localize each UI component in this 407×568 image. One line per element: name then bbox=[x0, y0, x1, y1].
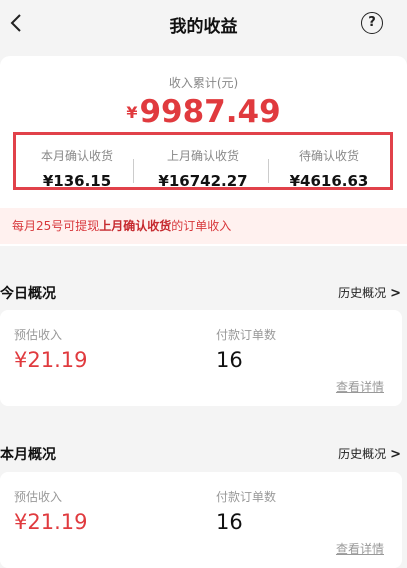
estimated-income-value: ¥21.19 bbox=[14, 510, 88, 534]
total-income-amount: ¥9987.49 bbox=[0, 94, 407, 130]
notice-emphasis: 上月确认收货 bbox=[99, 219, 172, 233]
stat-last-month-confirmed: 上月确认收货 ¥16742.27 bbox=[142, 147, 264, 190]
notice-prefix: 每月25号可提现 bbox=[12, 219, 100, 233]
estimated-income-label: 预估收入 bbox=[14, 490, 63, 504]
confirmation-stats: 本月确认收货 ¥136.15 上月确认收货 ¥16742.27 待确认收货 ¥4… bbox=[13, 132, 393, 190]
stat-label: 本月确认收货 bbox=[40, 149, 113, 163]
stat-this-month-confirmed: 本月确认收货 ¥136.15 bbox=[16, 147, 138, 190]
view-details-link[interactable]: 查看详情 bbox=[336, 378, 384, 395]
month-history-link[interactable]: 历史概况 > bbox=[338, 445, 401, 462]
withdrawal-notice: 每月25号可提现上月确认收货的订单收入 bbox=[0, 208, 407, 244]
paid-orders-label: 付款订单数 bbox=[216, 490, 277, 504]
paid-orders-label: 付款订单数 bbox=[216, 328, 277, 342]
help-icon[interactable]: ? bbox=[361, 12, 383, 34]
month-overview-title: 本月概况 bbox=[0, 447, 56, 463]
stat-value: ¥16742.27 bbox=[158, 172, 248, 190]
stat-pending-confirmation: 待确认收货 ¥4616.63 bbox=[268, 147, 390, 190]
today-history-link[interactable]: 历史概况 > bbox=[338, 284, 401, 301]
divider bbox=[133, 159, 134, 183]
paid-orders-value: 16 bbox=[216, 510, 243, 534]
stat-value: ¥4616.63 bbox=[289, 172, 369, 190]
estimated-income-label: 预估收入 bbox=[14, 328, 63, 342]
estimated-income-value: ¥21.19 bbox=[14, 348, 88, 372]
currency-symbol: ¥ bbox=[126, 103, 138, 122]
today-overview-card: 预估收入 ¥21.19 付款订单数 16 查看详情 bbox=[0, 310, 402, 406]
history-link-label: 历史概况 bbox=[338, 447, 387, 461]
stat-label: 上月确认收货 bbox=[166, 149, 239, 163]
month-overview-card: 预估收入 ¥21.19 付款订单数 16 查看详情 bbox=[0, 472, 402, 568]
view-details-link[interactable]: 查看详情 bbox=[336, 540, 384, 557]
chevron-right-icon: > bbox=[390, 286, 401, 301]
stat-label: 待确认收货 bbox=[298, 149, 359, 163]
history-link-label: 历史概况 bbox=[338, 286, 387, 300]
today-overview-title: 今日概况 bbox=[0, 286, 56, 302]
top-bar: 我的收益 ? bbox=[0, 0, 407, 48]
notice-suffix: 的订单收入 bbox=[171, 219, 232, 233]
stat-value: ¥136.15 bbox=[42, 172, 112, 190]
total-income-label: 收入累计(元) bbox=[168, 76, 239, 90]
chevron-right-icon: > bbox=[390, 447, 401, 462]
paid-orders-value: 16 bbox=[216, 348, 243, 372]
total-income-value: 9987.49 bbox=[139, 94, 281, 130]
page-title: 我的收益 bbox=[169, 17, 238, 37]
